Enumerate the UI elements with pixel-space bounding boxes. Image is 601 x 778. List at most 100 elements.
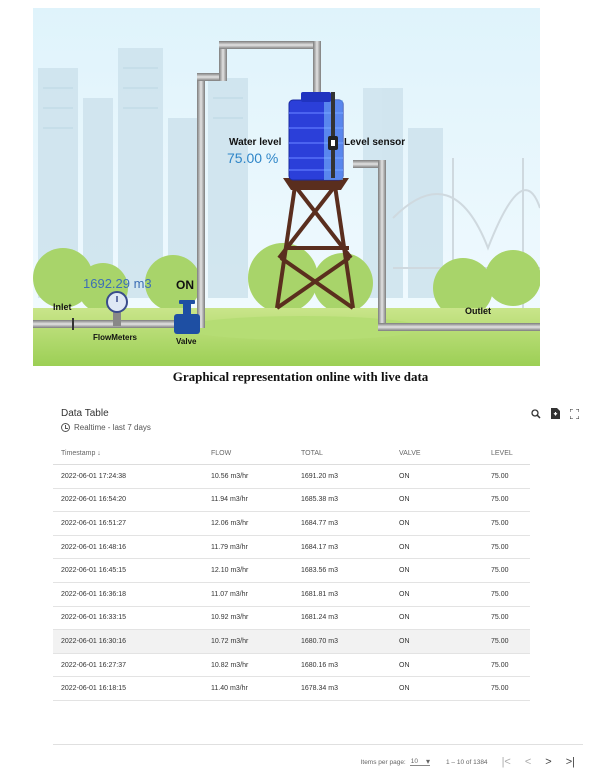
cell-valve: ON [391, 558, 483, 583]
cell-timestamp: 2022-06-01 16:30:16 [53, 629, 203, 654]
previous-page-button[interactable]: < [525, 756, 531, 768]
paginator: Items per page: 10 1 – 10 of 1384 |< < >… [361, 756, 575, 768]
first-page-button[interactable]: |< [502, 756, 511, 768]
cell-total: 1678.34 m3 [293, 676, 391, 701]
cell-valve: ON [391, 488, 483, 513]
cell-level: 75.00 [483, 582, 530, 607]
cell-flow: 11.40 m3/hr [203, 676, 293, 701]
column-header-level[interactable]: LEVEL [483, 442, 530, 465]
cell-timestamp: 2022-06-01 16:33:15 [53, 606, 203, 631]
table-row[interactable]: 2022-06-01 16:48:16 11.79 m3/hr 1684.17 m3… [53, 535, 530, 560]
cell-level: 75.00 [483, 606, 530, 631]
cell-flow: 10.72 m3/hr [203, 629, 293, 654]
cell-level: 75.00 [483, 535, 530, 560]
table-row[interactable]: 2022-06-01 16:51:27 12.06 m3/hr 1684.77 m3… [53, 511, 530, 536]
items-per-page-select[interactable]: 10 [409, 757, 430, 766]
table-row[interactable]: 2022-06-01 16:45:15 12.10 m3/hr 1683.56 m3… [53, 558, 530, 583]
water-level-label: Water level [229, 137, 282, 148]
last-page-button[interactable]: >| [566, 756, 575, 768]
water-tank [288, 92, 344, 181]
cell-flow: 10.92 m3/hr [203, 606, 293, 631]
table-row[interactable]: 2022-06-01 16:18:15 11.40 m3/hr 1678.34 m3… [53, 676, 530, 701]
level-sensor-label: Level sensor [344, 137, 405, 148]
page-range-label: 1 – 10 of 1384 [445, 758, 488, 766]
column-header-total[interactable]: TOTAL [293, 442, 391, 465]
cell-total: 1681.24 m3 [293, 606, 391, 631]
items-per-page-label: Items per page: [360, 758, 406, 766]
data-table-panel: Data Table Realtime - last 7 days Timest… [53, 396, 583, 777]
cell-flow: 11.07 m3/hr [203, 582, 293, 607]
cell-total: 1681.81 m3 [293, 582, 391, 607]
cell-valve: ON [391, 629, 483, 654]
table-row[interactable]: 2022-06-01 16:30:16 10.72 m3/hr 1680.70 m3… [53, 629, 530, 654]
cell-level: 75.00 [483, 676, 530, 701]
cell-flow: 11.94 m3/hr [203, 488, 293, 513]
cell-timestamp: 2022-06-01 16:51:27 [53, 511, 203, 536]
time-range-label: Realtime - last 7 days [74, 423, 151, 432]
cell-valve: ON [391, 582, 483, 607]
tank-diagram: Water level 75.00 % Level sensor 1692.29… [33, 8, 541, 366]
cell-total: 1683.56 m3 [293, 558, 391, 583]
table-footer: Items per page: 10 1 – 10 of 1384 |< < >… [53, 744, 583, 778]
cell-total: 1680.16 m3 [293, 653, 391, 678]
cell-flow: 10.82 m3/hr [203, 653, 293, 678]
fullscreen-icon[interactable] [569, 408, 580, 422]
table-row[interactable]: 2022-06-01 16:27:37 10.82 m3/hr 1680.16 m3… [53, 653, 530, 678]
cell-timestamp: 2022-06-01 16:36:18 [53, 582, 203, 607]
outlet-label: Outlet [465, 306, 491, 316]
flow-total-value: 1692.29 m3 [83, 276, 152, 291]
cell-total: 1684.77 m3 [293, 511, 391, 536]
cell-valve: ON [391, 535, 483, 560]
search-icon[interactable] [531, 408, 541, 422]
table-row[interactable]: 2022-06-01 16:36:18 11.07 m3/hr 1681.81 m3… [53, 582, 530, 607]
cell-level: 75.00 [483, 629, 530, 654]
cell-timestamp: 2022-06-01 16:18:15 [53, 676, 203, 701]
cell-level: 75.00 [483, 511, 530, 536]
figure-caption: Graphical representation online with liv… [172, 369, 429, 384]
cell-valve: ON [391, 653, 483, 678]
cell-level: 75.00 [483, 653, 530, 678]
table-toolbar [531, 408, 580, 422]
cell-valve: ON [391, 511, 483, 536]
cell-timestamp: 2022-06-01 17:24:38 [53, 464, 203, 489]
cell-valve: ON [391, 606, 483, 631]
clock-icon [61, 423, 70, 432]
table-row[interactable]: 2022-06-01 16:54:20 11.94 m3/hr 1685.38 m3… [53, 488, 530, 513]
cell-level: 75.00 [483, 464, 530, 489]
inlet-label: Inlet [53, 302, 72, 312]
table-header-row: Timestamp ↓ FLOW TOTAL VALVE LEVEL [53, 442, 530, 465]
table-row[interactable]: 2022-06-01 17:24:38 10.56 m3/hr 1691.20 m3… [53, 464, 530, 489]
cell-flow: 12.06 m3/hr [203, 511, 293, 536]
cell-timestamp: 2022-06-01 16:27:37 [53, 653, 203, 678]
next-page-button[interactable]: > [545, 756, 551, 768]
data-table: Timestamp ↓ FLOW TOTAL VALVE LEVEL 2022-… [53, 442, 530, 701]
cell-total: 1685.38 m3 [293, 488, 391, 513]
cell-total: 1684.17 m3 [293, 535, 391, 560]
cell-level: 75.00 [483, 488, 530, 513]
column-header-timestamp[interactable]: Timestamp ↓ [53, 442, 203, 465]
cell-total: 1680.70 m3 [293, 629, 391, 654]
valve-label: Valve [176, 337, 197, 346]
valve-state: ON [176, 278, 194, 292]
cell-valve: ON [391, 676, 483, 701]
cell-timestamp: 2022-06-01 16:45:15 [53, 558, 203, 583]
column-header-flow[interactable]: FLOW [203, 442, 293, 465]
cell-flow: 10.56 m3/hr [203, 464, 293, 489]
export-file-icon[interactable] [551, 408, 560, 422]
table-body: 2022-06-01 17:24:38 10.56 m3/hr 1691.20 m3… [53, 464, 530, 701]
flowmeters-label: FlowMeters [93, 333, 138, 342]
cell-timestamp: 2022-06-01 16:54:20 [53, 488, 203, 513]
panel-title: Data Table [61, 408, 109, 419]
table-row[interactable]: 2022-06-01 16:33:15 10.92 m3/hr 1681.24 m3… [53, 606, 530, 631]
cell-flow: 12.10 m3/hr [203, 558, 293, 583]
cell-valve: ON [391, 464, 483, 489]
cell-timestamp: 2022-06-01 16:48:16 [53, 535, 203, 560]
water-level-value: 75.00 % [227, 150, 278, 166]
time-range-selector[interactable]: Realtime - last 7 days [61, 423, 151, 432]
riser-pipe [197, 78, 205, 328]
column-header-valve[interactable]: VALVE [391, 442, 483, 465]
cell-level: 75.00 [483, 558, 530, 583]
cell-flow: 11.79 m3/hr [203, 535, 293, 560]
cell-total: 1691.20 m3 [293, 464, 391, 489]
tank-scene: Water level 75.00 % Level sensor 1692.29… [33, 8, 541, 366]
